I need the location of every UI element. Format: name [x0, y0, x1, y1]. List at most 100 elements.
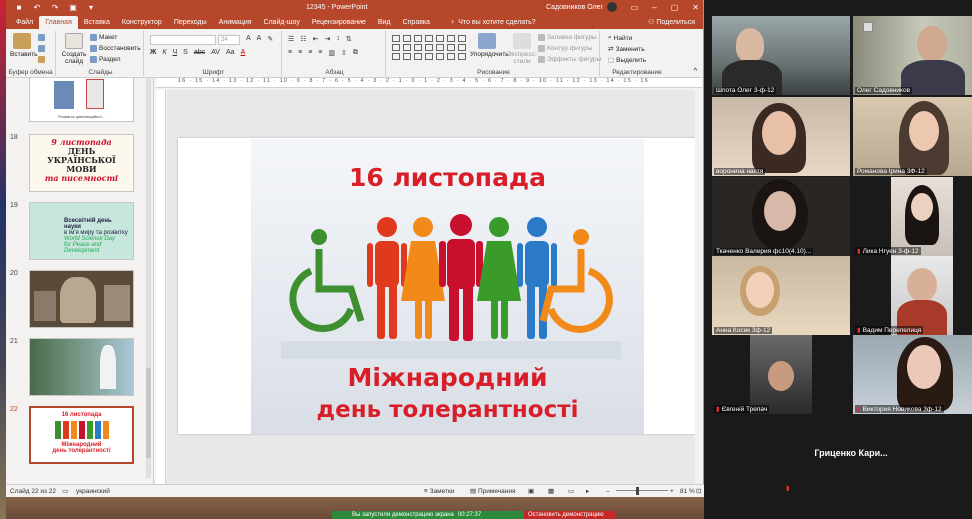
participant-tile[interactable]: ▮ Євгеній Трепач: [712, 335, 850, 414]
underline-button[interactable]: Ч: [172, 49, 177, 56]
participant-tile[interactable]: Романова Ірина 3Ф-12: [853, 97, 972, 176]
align-text-icon[interactable]: ⇳: [341, 49, 347, 57]
strikethrough-button[interactable]: abc: [194, 49, 205, 56]
thumbnails-scrollbar[interactable]: [146, 78, 151, 478]
shape-effects-button[interactable]: Эффекты фигуры: [538, 56, 601, 63]
copy-button[interactable]: [38, 45, 45, 52]
change-case-button[interactable]: Аа: [226, 49, 235, 56]
participant-tile[interactable]: Шпота Олег 3-ф-12: [712, 16, 850, 95]
replace-button[interactable]: ⇄ Заменить: [608, 45, 645, 54]
bold-button[interactable]: Ж: [150, 49, 156, 56]
shape-icon[interactable]: [392, 53, 400, 60]
shape-icon[interactable]: [436, 44, 444, 51]
format-painter-button[interactable]: [38, 56, 45, 63]
justify-icon[interactable]: ≡: [318, 49, 322, 57]
clear-format-icon[interactable]: ✎: [267, 35, 273, 43]
shape-icon[interactable]: [425, 53, 433, 60]
italic-button[interactable]: К: [162, 49, 166, 56]
participant-tile[interactable]: ▮ Лика Нгуен 3-ф-12: [853, 177, 972, 256]
tab-help[interactable]: Справка: [397, 16, 436, 29]
stop-share-button[interactable]: Остановить демонстрацию: [524, 511, 616, 519]
participant-tile[interactable]: Ткаченко Валерия фс10(4.10)...: [712, 177, 850, 256]
find-button[interactable]: ⌕ Найти: [608, 34, 632, 42]
slide-canvas[interactable]: 16 листопада Міжнародний день толерантно…: [167, 90, 702, 484]
sorter-view-icon[interactable]: ▦: [548, 487, 554, 495]
zoom-slider[interactable]: [616, 490, 668, 491]
shape-icon[interactable]: [403, 44, 411, 51]
reading-view-icon[interactable]: ▭: [568, 487, 574, 495]
participant-tile[interactable]: Олег Садовников: [853, 16, 972, 95]
quick-styles-button[interactable]: Экспресс-стили: [506, 33, 538, 65]
shape-icon[interactable]: [392, 35, 400, 42]
participant-tile[interactable]: Анна Косик 3ф-12: [712, 256, 850, 335]
grow-font-icon[interactable]: A: [246, 35, 251, 43]
zoom-slider-handle[interactable]: [636, 487, 639, 495]
tab-insert[interactable]: Вставка: [78, 16, 116, 29]
shape-icon[interactable]: [403, 53, 411, 60]
paste-button[interactable]: Вставить: [10, 33, 38, 58]
tab-slideshow[interactable]: Слайд-шоу: [258, 16, 306, 29]
slide-picture[interactable]: 16 листопада Міжнародний день толерантно…: [251, 139, 644, 434]
shape-icon[interactable]: [414, 44, 422, 51]
comments-button[interactable]: ▤ Примечания: [470, 487, 515, 495]
shape-icon[interactable]: [436, 53, 444, 60]
scrollbar-thumb[interactable]: [146, 368, 151, 458]
close-icon[interactable]: ✕: [692, 3, 699, 12]
spellcheck-icon[interactable]: ▭: [62, 487, 68, 495]
zoom-level[interactable]: 81 %: [680, 488, 695, 495]
font-name-field[interactable]: [150, 35, 216, 45]
new-slide-button[interactable]: Создать слайд: [60, 33, 88, 65]
align-right-icon[interactable]: ≡: [308, 49, 312, 57]
participant-tile[interactable]: ▮ Вадим Перепелиця: [853, 256, 972, 335]
tab-view[interactable]: Вид: [372, 16, 397, 29]
columns-icon[interactable]: ▥: [328, 49, 335, 57]
section-button[interactable]: Раздел: [90, 56, 120, 63]
shape-icon[interactable]: [447, 44, 455, 51]
shape-icon[interactable]: [458, 44, 466, 51]
tab-home[interactable]: Главная: [39, 16, 78, 29]
align-center-icon[interactable]: ≡: [298, 49, 302, 57]
font-size-field[interactable]: 24: [218, 35, 240, 45]
current-slide[interactable]: 16 листопада Міжнародний день толерантно…: [178, 138, 702, 434]
account[interactable]: Садовников Олег: [546, 2, 618, 12]
shape-icon[interactable]: [458, 53, 466, 60]
more-icon[interactable]: ▾: [86, 3, 96, 12]
shape-icon[interactable]: [425, 35, 433, 42]
decrease-indent-icon[interactable]: ⇤: [313, 35, 319, 43]
shape-fill-button[interactable]: Заливка фигуры: [538, 34, 597, 41]
smartart-icon[interactable]: ⧉: [353, 49, 358, 57]
ribbon-display-icon[interactable]: ▭: [631, 3, 639, 12]
shadow-button[interactable]: S: [183, 49, 188, 56]
spacing-button[interactable]: AV: [211, 49, 220, 56]
redo-icon[interactable]: ↷: [50, 3, 60, 12]
shape-icon[interactable]: [447, 53, 455, 60]
text-direction-icon[interactable]: ⇅: [346, 35, 352, 43]
undo-icon[interactable]: ↶: [32, 3, 42, 12]
zoom-in-icon[interactable]: +: [670, 488, 674, 495]
tab-transitions[interactable]: Переходы: [168, 16, 213, 29]
shape-icon[interactable]: [458, 35, 466, 42]
shape-icon[interactable]: [447, 35, 455, 42]
shape-icon[interactable]: [436, 35, 444, 42]
slideshow-view-icon[interactable]: ▸: [586, 487, 589, 495]
tab-file[interactable]: Файл: [10, 16, 39, 29]
tab-design[interactable]: Конструктор: [116, 16, 168, 29]
numbering-icon[interactable]: ☷: [300, 35, 306, 43]
select-button[interactable]: ⬚ Выделить: [608, 56, 646, 65]
cut-button[interactable]: [38, 34, 45, 41]
normal-view-icon[interactable]: ▣: [528, 487, 534, 495]
shape-icon[interactable]: [403, 35, 411, 42]
shape-icon[interactable]: [392, 44, 400, 51]
present-icon[interactable]: ▣: [68, 3, 78, 12]
align-left-icon[interactable]: ≡: [288, 49, 292, 57]
increase-indent-icon[interactable]: ⇥: [324, 35, 330, 43]
reset-button[interactable]: Восстановить: [90, 45, 141, 52]
participant-tile[interactable]: воронина настя: [712, 97, 850, 176]
minimize-icon[interactable]: –: [652, 3, 656, 12]
notes-button[interactable]: ≡ Заметки: [424, 488, 454, 495]
tab-animations[interactable]: Анимация: [213, 16, 258, 29]
maximize-icon[interactable]: ▢: [671, 3, 679, 12]
save-icon[interactable]: ■: [14, 3, 24, 12]
arrange-button[interactable]: Упорядочить: [470, 33, 509, 58]
collapse-ribbon-icon[interactable]: ^: [694, 68, 697, 75]
